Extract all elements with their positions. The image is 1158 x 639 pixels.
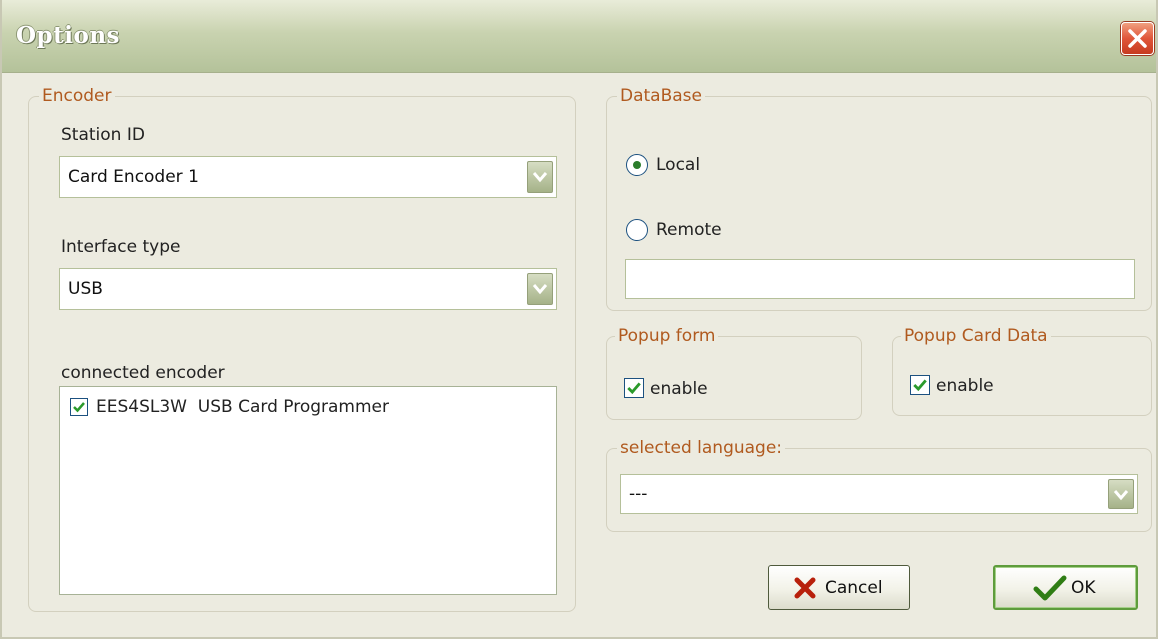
language-select[interactable]: ---	[620, 474, 1138, 514]
popup-card-data-legend: Popup Card Data	[901, 326, 1051, 346]
station-id-dropdown-button[interactable]	[527, 161, 553, 193]
connected-encoder-list[interactable]: EES4SL3W USB Card Programmer	[59, 386, 557, 595]
database-legend: DataBase	[617, 86, 705, 106]
interface-type-dropdown-button[interactable]	[527, 273, 553, 305]
close-button[interactable]	[1121, 22, 1154, 55]
checkmark-icon	[73, 402, 85, 413]
checkmark-icon	[627, 382, 641, 395]
remote-radio[interactable]	[626, 219, 648, 241]
popup-form-enable[interactable]: enable	[624, 377, 734, 399]
checkmark-icon	[913, 379, 927, 392]
close-icon	[1128, 29, 1147, 48]
interface-type-select[interactable]: USB	[59, 268, 557, 310]
language-value: ---	[629, 484, 648, 504]
window-title: Options	[16, 22, 120, 49]
popup-form-enable-label: enable	[650, 379, 708, 399]
language-dropdown-button[interactable]	[1108, 479, 1134, 509]
remote-radio-option[interactable]: Remote	[626, 218, 766, 242]
cancel-x-icon	[794, 577, 816, 599]
interface-type-value: USB	[68, 279, 103, 299]
popup-form-legend: Popup form	[615, 326, 719, 346]
title-bar[interactable]: Options	[2, 0, 1156, 73]
cancel-button[interactable]: Cancel	[768, 565, 910, 610]
popup-card-checkbox[interactable]	[910, 375, 930, 395]
list-item[interactable]: EES4SL3W USB Card Programmer	[70, 397, 540, 419]
station-id-select[interactable]: Card Encoder 1	[59, 156, 557, 198]
ok-button-label: OK	[1071, 578, 1096, 598]
local-radio[interactable]	[626, 154, 648, 176]
encoder-item-label: EES4SL3W USB Card Programmer	[96, 397, 389, 417]
encoder-legend: Encoder	[39, 86, 115, 106]
connected-encoder-label: connected encoder	[61, 363, 225, 383]
language-legend: selected language:	[617, 438, 786, 458]
remote-label: Remote	[656, 220, 722, 240]
popup-card-enable-label: enable	[936, 376, 994, 396]
chevron-down-icon	[1113, 490, 1129, 501]
chevron-down-icon	[532, 172, 548, 183]
interface-type-label: Interface type	[61, 237, 181, 257]
encoder-item-checkbox[interactable]	[70, 398, 88, 416]
chevron-down-icon	[532, 284, 548, 295]
local-label: Local	[656, 155, 701, 175]
local-radio-option[interactable]: Local	[626, 153, 746, 177]
checkmark-icon	[1033, 575, 1067, 601]
ok-button[interactable]: OK	[993, 565, 1138, 610]
radio-selected-dot	[633, 161, 641, 169]
station-id-label: Station ID	[61, 125, 145, 145]
remote-address-input[interactable]	[625, 259, 1135, 299]
popup-card-enable[interactable]: enable	[910, 374, 1020, 396]
popup-form-checkbox[interactable]	[624, 378, 644, 398]
cancel-button-label: Cancel	[825, 578, 883, 598]
options-dialog: Options Encoder Station ID Card Encoder …	[0, 0, 1158, 639]
station-id-value: Card Encoder 1	[68, 167, 199, 187]
